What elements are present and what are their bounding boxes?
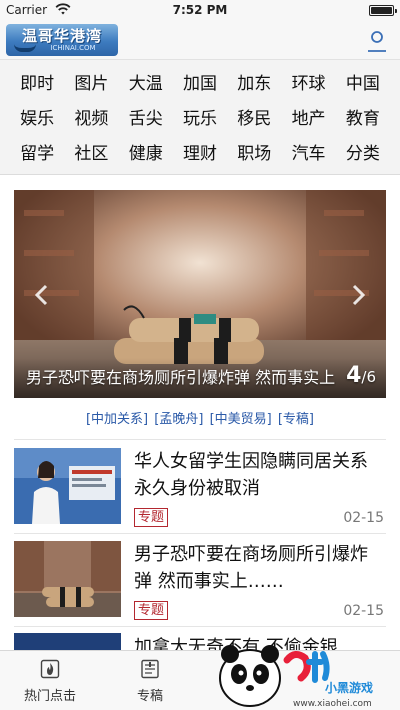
app-header: 温哥华港湾 ICHINAI.COM xyxy=(0,20,400,60)
category-item[interactable]: 娱乐 xyxy=(10,103,64,135)
category-item[interactable]: 加东 xyxy=(227,68,281,100)
carousel-caption[interactable]: 男子恐吓要在商场厕所引爆炸弹 然而事实上…… xyxy=(26,364,336,388)
category-item[interactable]: 舌尖 xyxy=(119,103,173,135)
status-bar: Carrier 7:52 PM xyxy=(0,0,400,20)
carousel-next-arrow[interactable] xyxy=(348,283,368,307)
app-logo[interactable]: 温哥华港湾 ICHINAI.COM xyxy=(6,24,118,56)
category-item[interactable]: 图片 xyxy=(64,68,118,100)
news-date: 02-15 xyxy=(343,510,384,526)
category-item[interactable]: 中国 xyxy=(336,68,390,100)
category-item[interactable]: 社区 xyxy=(64,138,118,170)
user-icon[interactable] xyxy=(366,30,388,52)
category-item[interactable]: 玩乐 xyxy=(173,103,227,135)
clock: 7:52 PM xyxy=(172,3,228,17)
tab-hot[interactable]: 热门点击 xyxy=(0,651,100,710)
category-item[interactable]: 留学 xyxy=(10,138,64,170)
featured-carousel[interactable]: 男子恐吓要在商场厕所引爆炸弹 然而事实上…… 4/6 xyxy=(14,190,386,398)
category-nav: 即时 图片 大温 加国 加东 环球 中国娱乐 视频 舌尖 玩乐 移民 地产 教育留学 社区 健康 理财 职场 汽车… xyxy=(0,60,400,175)
logo-subtitle: ICHINAI.COM xyxy=(50,44,96,52)
category-item[interactable]: 教育 xyxy=(336,103,390,135)
carousel-current-page: 4 xyxy=(346,363,362,388)
category-item[interactable]: 职场 xyxy=(227,138,281,170)
topic-badge: 专题 xyxy=(134,508,169,527)
tag-link[interactable]: [中加关系] xyxy=(86,412,148,427)
news-item[interactable]: 华人女留学生因隐瞒同居关系 永久身份被取消 专题 02-15 xyxy=(14,448,386,534)
category-item[interactable]: 健康 xyxy=(119,138,173,170)
tab-label: 专稿 xyxy=(136,689,163,704)
category-item[interactable]: 汽车 xyxy=(281,138,335,170)
carousel-page-indicator: 4/6 xyxy=(346,363,376,388)
tab-exclusive[interactable]: 专稿 xyxy=(100,651,200,710)
watermark-logo: 小黑游戏 www.xiaohei.com xyxy=(219,645,373,709)
divider xyxy=(14,533,386,534)
category-item[interactable]: 地产 xyxy=(281,103,335,135)
carousel-prev-arrow[interactable] xyxy=(32,283,52,307)
news-item[interactable]: 男子恐吓要在商场厕所引爆炸弹 然而事实上…… 专题 02-15 xyxy=(14,541,386,627)
topic-badge: 专题 xyxy=(134,601,169,620)
category-item[interactable]: 分类 xyxy=(336,138,390,170)
topic-tags: [中加关系] [孟晚舟] [中美贸易] [专稿] xyxy=(0,408,400,430)
watermark-url: www.xiaohei.com xyxy=(293,699,372,709)
divider xyxy=(14,626,386,627)
news-headline: 华人女留学生因隐瞒同居关系 永久身份被取消 xyxy=(134,451,368,499)
news-headline: 男子恐吓要在商场厕所引爆炸弹 然而事实上…… xyxy=(134,544,368,592)
category-grid: 即时 图片 大温 加国 加东 环球 中国娱乐 视频 舌尖 玩乐 移民 地产 教育留学 社区 健康 理财 职场 汽车… xyxy=(10,68,390,170)
tag-link[interactable]: [中美贸易] xyxy=(210,412,272,427)
carousel-total-pages: /6 xyxy=(361,368,376,386)
watermark-brand: 小黑游戏 xyxy=(325,680,373,695)
category-item[interactable]: 大温 xyxy=(119,68,173,100)
divider xyxy=(14,439,386,440)
news-thumbnail xyxy=(14,541,121,617)
category-item[interactable]: 移民 xyxy=(227,103,281,135)
category-item[interactable]: 理财 xyxy=(173,138,227,170)
category-item[interactable]: 即时 xyxy=(10,68,64,100)
tag-link[interactable]: [孟晚舟] xyxy=(154,412,203,427)
news-thumbnail xyxy=(14,448,121,524)
tag-link[interactable]: [专稿] xyxy=(278,412,314,427)
document-icon xyxy=(141,659,159,679)
flame-icon xyxy=(40,659,60,679)
category-item[interactable]: 环球 xyxy=(281,68,335,100)
tab-label: 热门点击 xyxy=(23,689,76,704)
news-date: 02-15 xyxy=(343,603,384,619)
category-item[interactable]: 视频 xyxy=(64,103,118,135)
ship-icon xyxy=(14,42,36,52)
category-item[interactable]: 加国 xyxy=(173,68,227,100)
battery-icon xyxy=(369,5,397,16)
